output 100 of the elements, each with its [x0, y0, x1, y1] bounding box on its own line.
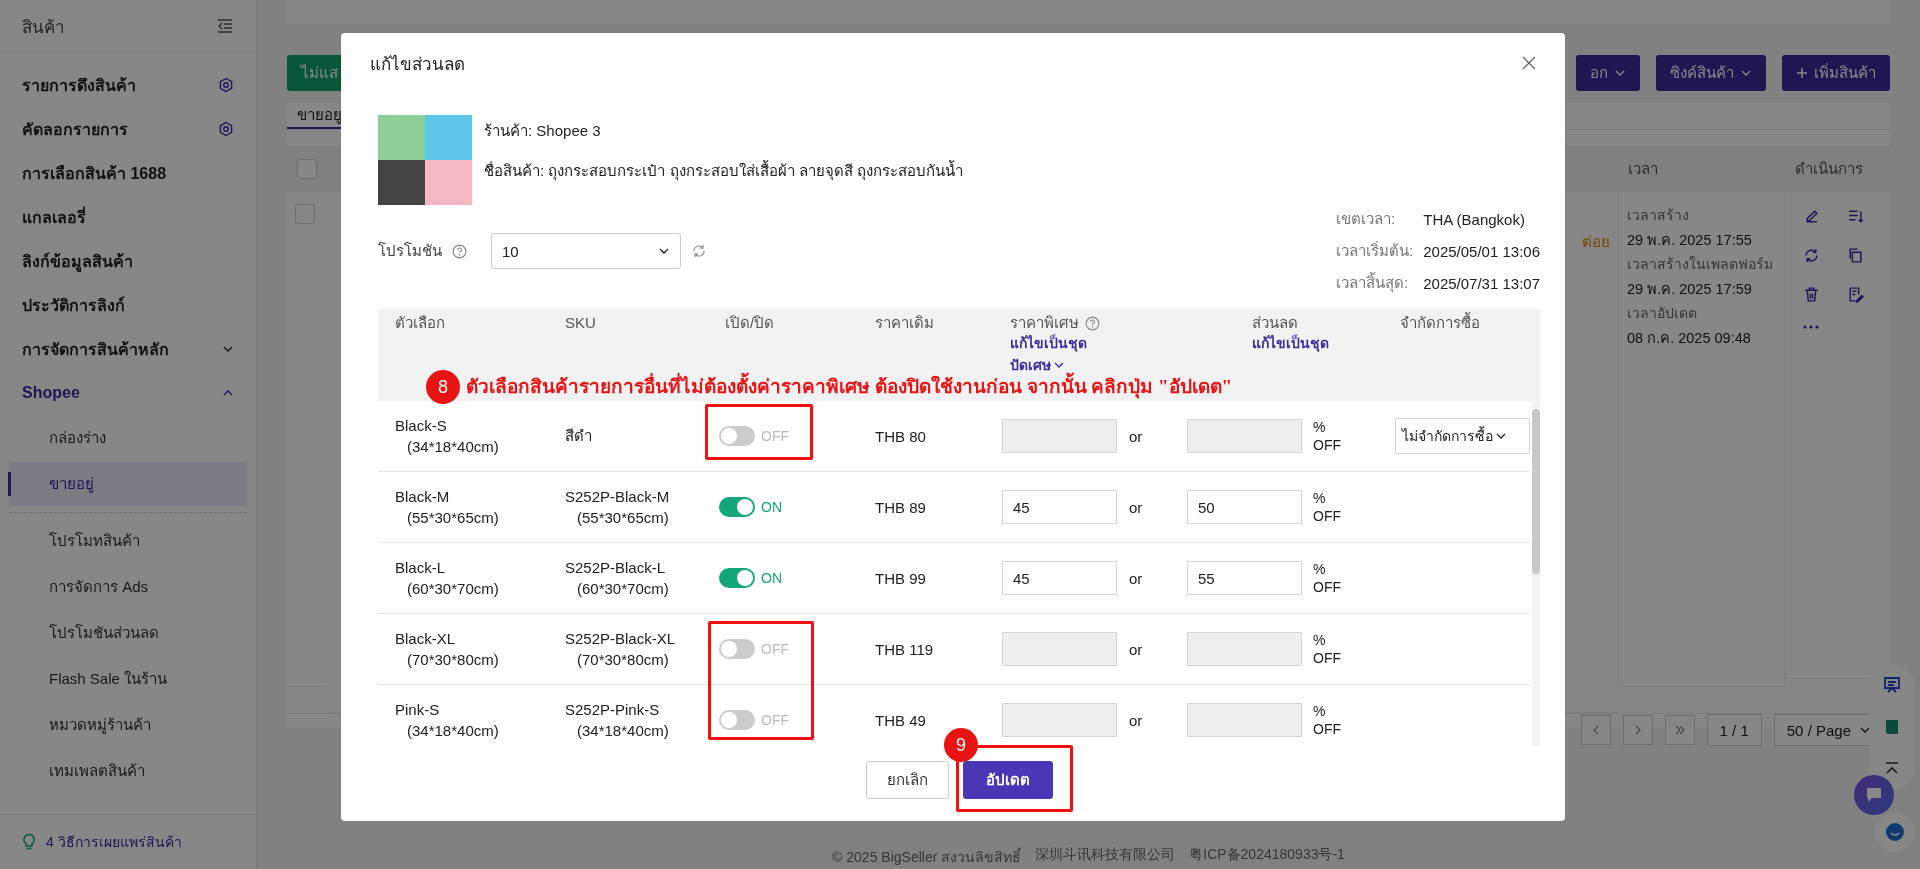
sku-text: สีดำ [565, 426, 593, 446]
option-size: (34*18*40cm) [406, 722, 500, 739]
column-header: ราคาเดิม [875, 314, 934, 332]
add-product-button[interactable]: เพิ่มสินค้า [1782, 55, 1890, 91]
original-price: THB 99 [875, 569, 926, 587]
page-indicator[interactable]: 1 / 1 [1706, 714, 1762, 746]
or-text: or [1129, 427, 1143, 445]
sidebar-item[interactable]: Shopee [0, 371, 256, 415]
sidebar-item[interactable]: แกลเลอรี่ [0, 195, 256, 239]
time-value: 29 พ.ค. 2025 17:55 [1627, 231, 1753, 250]
column-header: ดำเนินการ [1785, 146, 1890, 192]
tip-link[interactable]: 4 วิธีการเผยแพร่สินค้า [46, 831, 182, 853]
sku-size: (55*30*65cm) [576, 509, 670, 526]
or-text: or [1129, 640, 1143, 658]
option-name: Black-L [395, 559, 447, 576]
sidebar-title: สินค้า [22, 16, 65, 39]
toggle-label: OFF [761, 712, 789, 728]
purchase-limit-select[interactable]: ไม่จำกัดการซื้อ [1395, 418, 1530, 454]
sku-text: S252P-Pink-S [565, 701, 661, 718]
time-info-label: เวลาเริ่มต้น: [1336, 240, 1414, 261]
time-value: 29 พ.ค. 2025 17:59 [1627, 280, 1753, 299]
time-label: เวลาสร้างในเพลตฟอร์ม [1627, 255, 1774, 274]
option-name: Black-M [395, 488, 451, 505]
time-info-label: เวลาสิ้นสุด: [1336, 271, 1410, 295]
promotion-label: โปรโมชัน [378, 241, 442, 261]
time-info-value: THA (Bangkok) [1423, 210, 1526, 228]
original-price: THB 49 [875, 711, 926, 729]
time-label: เวลาสร้าง [1627, 206, 1690, 225]
column-header: ตัวเลือก [395, 314, 445, 332]
or-text: or [1129, 569, 1143, 587]
time-info-value: 2025/07/31 13:07 [1423, 274, 1540, 292]
percent-off-text: % OFF [1313, 630, 1342, 668]
column-link[interactable]: ปัดเศษ [1010, 354, 1065, 376]
step-number-badge: 9 [944, 728, 978, 762]
column-header: จำกัดการซื้อ [1400, 314, 1480, 332]
option-size: (70*30*80cm) [406, 651, 500, 668]
time-value: 08 ก.ค. 2025 09:48 [1627, 329, 1752, 348]
time-info-label: เขตเวลา: [1336, 209, 1397, 229]
sidebar-item[interactable]: การจัดการสินค้าหลัก [0, 327, 256, 371]
time-info-value: 2025/05/01 13:06 [1423, 242, 1540, 260]
special-price-field[interactable]: 45 [1002, 490, 1117, 524]
footer-text: 粤ICP备2024180933号-1 [1189, 846, 1345, 864]
sidebar-subitem[interactable]: โปรโมชันส่วนลด [9, 611, 247, 655]
sidebar-subitem[interactable]: การจัดการ Ads [9, 565, 247, 609]
or-text: or [1129, 498, 1143, 516]
footer-text: 深圳斗讯科技有限公司 [1035, 846, 1176, 864]
sku-size: (60*30*70cm) [576, 580, 670, 597]
update-button[interactable]: อัปเดต [962, 761, 1053, 799]
special-price-field[interactable]: 45 [1002, 561, 1117, 595]
dialog-title: แก้ไขส่วนลด [370, 53, 465, 76]
sidebar-item[interactable]: การเลือกสินค้า 1688 [0, 151, 256, 195]
percent-off-text: % OFF [1313, 559, 1342, 597]
sidebar-item[interactable]: ลิงก์ข้อมูลสินค้า [0, 239, 256, 283]
sidebar-subitem[interactable]: หมวดหมู่ร้านค้า [9, 703, 247, 747]
column-header: เวลา [1618, 146, 1785, 192]
toggle-label: ON [761, 499, 782, 515]
sku-text: S252P-Black-XL [565, 630, 677, 647]
sidebar-item[interactable]: รายการดึงสินค้า [0, 63, 256, 107]
option-size: (55*30*65cm) [406, 509, 500, 526]
column-header: ราคาพิเศษ [1010, 314, 1079, 332]
dropdown-button[interactable]: ซิงค์สินค้า [1656, 55, 1766, 91]
percent-off-text: % OFF [1313, 417, 1342, 455]
column-link[interactable]: แก้ไขเป็นชุด [1252, 332, 1329, 354]
status-text: ต่อย [1582, 233, 1610, 250]
sidebar-subitem[interactable]: เทมเพลตสินค้า [9, 749, 247, 793]
sidebar-subitem[interactable]: Flash Sale ในร้าน [9, 657, 247, 701]
discount-field[interactable]: 50 [1187, 490, 1302, 524]
column-header: เปิด/ปิด [725, 314, 775, 332]
sku-size: (34*18*40cm) [576, 722, 670, 739]
percent-off-text: % OFF [1313, 701, 1342, 739]
footer-text: © 2025 BigSeller สงวนลิขสิทธิ์ [832, 846, 1022, 867]
discount-field[interactable]: 55 [1187, 561, 1302, 595]
sidebar-item[interactable]: คัดลอกรายการ [0, 107, 256, 151]
percent-off-text: % OFF [1313, 488, 1342, 526]
time-label: เวลาอัปเดต [1627, 304, 1698, 323]
toggle-label: OFF [761, 641, 789, 657]
dropdown-button[interactable]: อก [1576, 55, 1640, 91]
option-size: (60*30*70cm) [406, 580, 500, 597]
option-size: (34*18*40cm) [406, 438, 500, 455]
sidebar-item[interactable]: ประวัติการลิงก์ [0, 283, 256, 327]
option-name: Black-S [395, 417, 448, 434]
column-header: SKU [565, 314, 596, 332]
column-header: ส่วนลด [1252, 314, 1298, 332]
annotation-text: ตัวเลือกสินค้ารายการอื่นที่ไม่ต้องตั้งค่าราคาพิเศษ ต้องปิดใช้งานก่อน จากนั้น คลิกปุ่ม "อัปเดต" [466, 373, 1233, 401]
sidebar-subitem[interactable]: ขายอยู่ [9, 462, 247, 506]
sidebar-subitem[interactable]: กล่องร่าง [9, 416, 247, 460]
promotion-select[interactable]: 10 [491, 233, 681, 269]
original-price: THB 80 [875, 427, 926, 445]
sidebar-subitem[interactable]: โปรโมทสินค้า [9, 519, 247, 563]
or-text: or [1129, 711, 1143, 729]
store-text: ร้านค้า: Shopee 3 [484, 121, 602, 141]
original-price: THB 89 [875, 498, 926, 516]
sku-text: S252P-Black-M [565, 488, 671, 505]
column-link[interactable]: แก้ไขเป็นชุด [1010, 332, 1087, 354]
sku-size: (70*30*80cm) [576, 651, 670, 668]
product-name-text: ชื่อสินค้า: ถุงกระสอบกระเป๋า ถุงกระสอบใส่เสื้อผ้า ลายจุดสี ถุงกระสอบกันน้ำ [484, 159, 963, 183]
sku-text: S252P-Black-L [565, 559, 667, 576]
original-price: THB 119 [875, 640, 934, 658]
toggle-label: ON [761, 570, 782, 586]
cancel-button[interactable]: ยกเลิก [865, 761, 949, 799]
